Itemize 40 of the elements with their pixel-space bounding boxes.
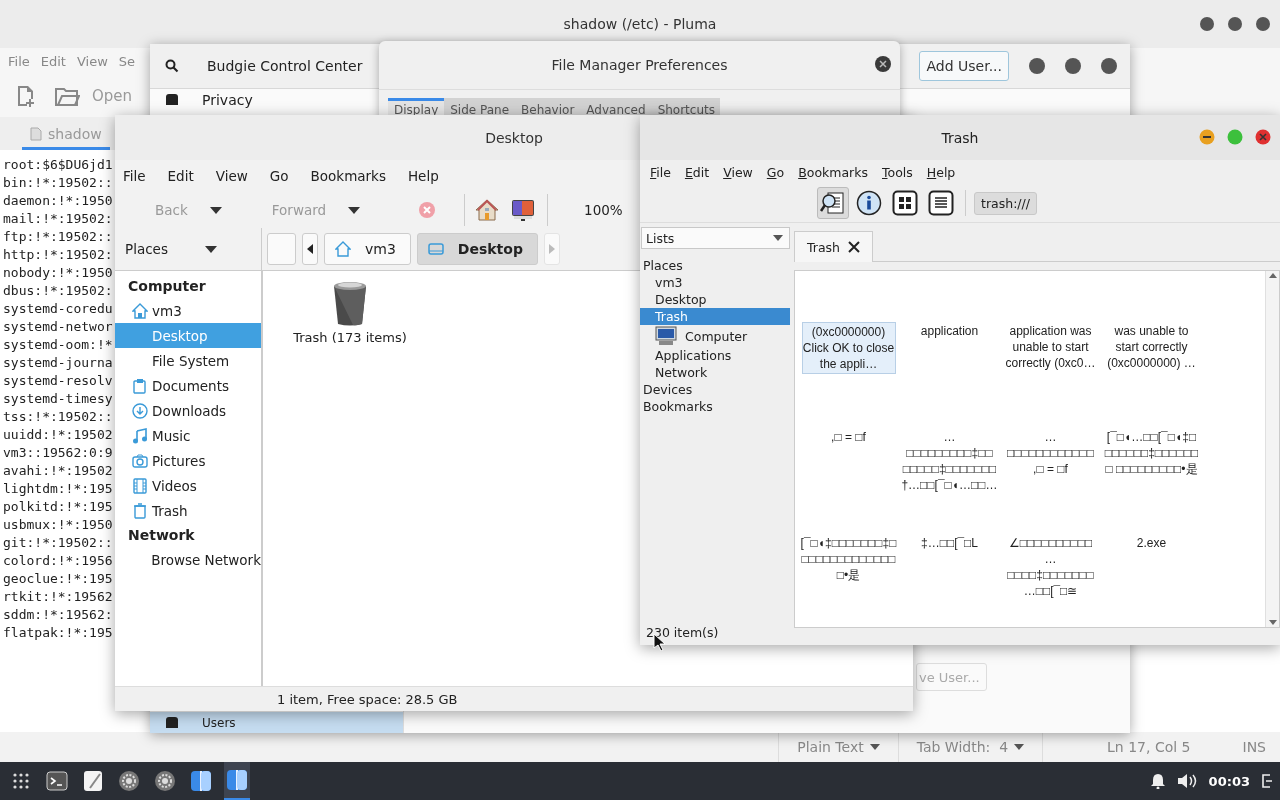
text-line: geoclue:!*:195 <box>3 570 113 588</box>
window-title: Trash <box>941 129 979 146</box>
section-heading: Network <box>127 526 196 545</box>
text-line: vm3::19562:0:9 <box>3 444 113 462</box>
window-title: Desktop <box>485 129 543 146</box>
section-heading: Computer <box>127 277 207 296</box>
text-line: systemd-timesy <box>3 390 113 408</box>
text-line: ftp:!*:19502:: <box>3 228 113 246</box>
text-line: flatpak:!*:195 <box>3 624 113 642</box>
text-line: systemd-coredu <box>3 300 113 318</box>
status-text: 1 item, Free space: 28.5 GB <box>277 691 458 707</box>
zoom-level: 100% <box>584 202 623 218</box>
text-line: polkitd:!*:195 <box>3 498 113 516</box>
dialog-title: File Manager Preferences <box>551 57 728 73</box>
window-title: shadow (/etc) - Pluma <box>563 16 717 32</box>
text-line: sddm:!*:19562: <box>3 606 113 624</box>
text-line: lightdm:!*:195 <box>3 480 113 498</box>
text-line: uuidd:!*:19502 <box>3 426 113 444</box>
text-line: daemon:!*:1950 <box>3 192 113 210</box>
text-line: git:!*:19502:: <box>3 534 113 552</box>
text-line: systemd-oom:!* <box>3 336 113 354</box>
text-line: bin:!*:19502:: <box>3 174 113 192</box>
text-line: nobody:!*:1950 <box>3 264 113 282</box>
text-line: rtkit:!*:19562 <box>3 588 113 606</box>
text-line: systemd-journa <box>3 354 113 372</box>
window-title: Budgie Control Center <box>207 58 363 74</box>
insert-mode: INS <box>1241 739 1266 755</box>
text-line: colord:!*:1956 <box>3 552 113 570</box>
status-text: 230 item(s) <box>646 624 719 640</box>
text-line: tss:!*:19502:: <box>3 408 113 426</box>
text-line: dbus:!*:19502: <box>3 282 113 300</box>
text-line: systemd-networ <box>3 318 113 336</box>
text-line: http:!*:19502: <box>3 246 113 264</box>
tab-label: shadow <box>48 125 102 142</box>
text-line: root:$6$DU6jd1 <box>3 156 113 174</box>
text-line: avahi:!*:19502 <box>3 462 113 480</box>
text-line: mail:!*:19502: <box>3 210 113 228</box>
clock: 00:03 <box>1208 773 1250 789</box>
text-line: usbmux:!*:1950 <box>3 516 113 534</box>
text-line: systemd-resolv <box>3 372 113 390</box>
